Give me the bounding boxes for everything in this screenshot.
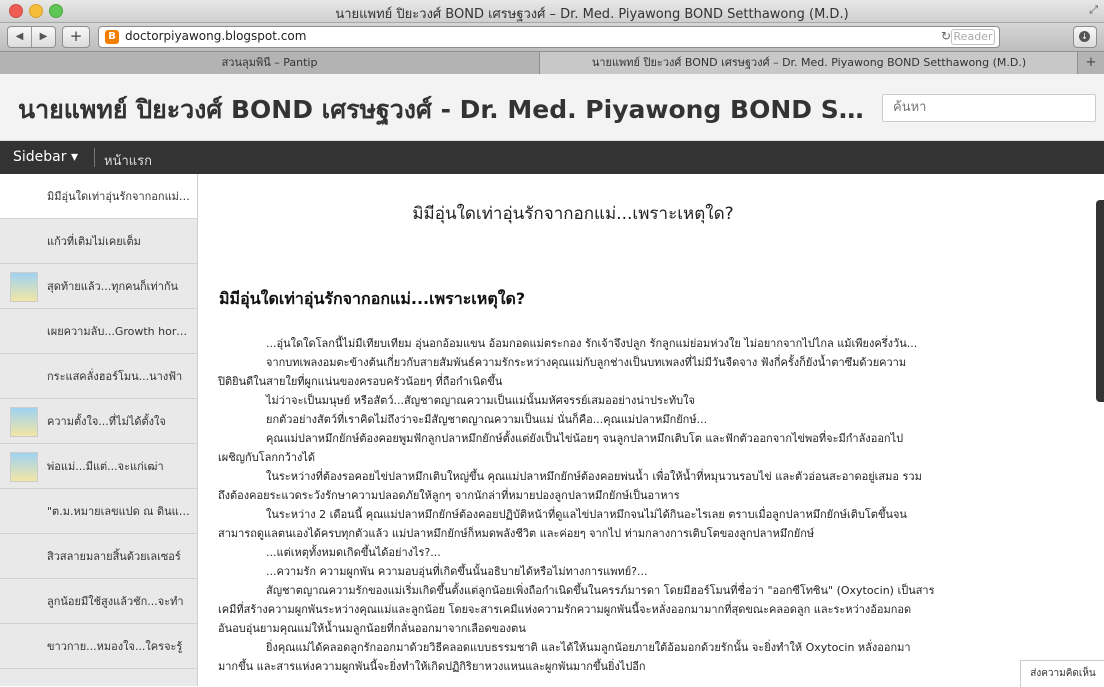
post-paragraph: เคมีที่สร้างความผูกพันระหว่างคุณแม่และลู… — [218, 603, 912, 616]
post-paragraph: ไม่ว่าจะเป็นมนุษย์ หรือสัตว์...สัญชาตญาณ… — [266, 394, 695, 407]
minimize-window-button[interactable] — [29, 4, 43, 18]
tab-pantip[interactable]: สวนลุมพินี – Pantip — [0, 52, 540, 74]
sidebar-post-label: ความตั้งใจ...ที่ไม่ได้ตั้งใจ — [47, 415, 166, 428]
sidebar-post-item[interactable]: มิมีอุ่นใดเท่าอุ่นรักจากอกแม่...เพราะเหต… — [0, 174, 197, 219]
tab-bar: สวนลุมพินี – Pantip นายแพทย์ ปิยะวงศ์ BO… — [0, 51, 1104, 75]
reload-icon[interactable]: ↻ — [941, 29, 951, 43]
new-tab-button[interactable]: + — [1077, 52, 1104, 74]
nav-divider — [94, 148, 95, 167]
post-thumbnail — [10, 272, 38, 302]
home-link[interactable]: หน้าแรก — [104, 150, 152, 171]
post-thumbnail — [10, 407, 38, 437]
window-title: นายแพทย์ ปิยะวงศ์ BOND เศรษฐวงศ์ – Dr. M… — [335, 7, 849, 22]
search-input[interactable] — [891, 99, 1085, 116]
forward-button[interactable]: ▶ — [32, 27, 55, 47]
sidebar-post-item[interactable]: "ต.ม.หมายเลขแปด ณ ดินแดน — [0, 489, 197, 534]
page-scrollbar[interactable] — [1096, 200, 1104, 402]
post-paragraph: สามารถดูแลตนเองได้ครบทุกตัวแล้ว แม่ปลาหม… — [218, 527, 815, 540]
post-paragraph: ถึงต้องคอยระแวดระวังรักษาความปลอดภัยให้ล… — [218, 489, 680, 502]
sidebar-post-label: ลูกน้อยมีใช้สูงแล้วชัก...จะทำ — [47, 595, 184, 608]
blog-title[interactable]: นายแพทย์ ปิยะวงศ์ BOND เศรษฐวงศ์ - Dr. M… — [18, 90, 866, 130]
post-list-sidebar: มิมีอุ่นใดเท่าอุ่นรักจากอกแม่...เพราะเหต… — [0, 174, 198, 686]
post-header-title: มิมีอุ่นใดเท่าอุ่นรักจากอกแม่...เพราะเหต… — [412, 204, 734, 224]
sidebar-post-label: พ่อแม่...มีแต่...จะแก่เฒ่า — [47, 460, 164, 473]
post-thumbnail — [10, 452, 38, 482]
post-paragraph: คุณแม่ปลาหมึกยักษ์ต้องคอยพูมฟักลูกปลาหมึ… — [266, 432, 904, 445]
back-button[interactable]: ◀ — [8, 27, 32, 47]
post-paragraph: ในระหว่างที่ต้องรอคอยไข่ปลาหมึกเติบใหญ่ข… — [266, 470, 922, 483]
comments-tab[interactable]: ส่งความคิดเห็น — [1020, 660, 1104, 687]
zoom-window-button[interactable] — [49, 4, 63, 18]
sidebar-post-item[interactable]: พ่อแม่...มีแต่...จะแก่เฒ่า — [0, 444, 197, 489]
post-paragraph: ในระหว่าง 2 เดือนนี้ คุณแม่ปลาหมึกยักษ์ต… — [266, 508, 907, 521]
downloads-button[interactable]: ↓ — [1073, 26, 1097, 48]
fullscreen-icon[interactable]: ⤢ — [1089, 3, 1098, 17]
post-paragraph: ...อุ่นใดใดโลกนี้ไม่มีเทียบเทียม อุ่นอกอ… — [266, 337, 918, 350]
post-paragraph: เผชิญกับโลกกว้างได้ — [218, 451, 316, 464]
tab-blog-active[interactable]: นายแพทย์ ปิยะวงศ์ BOND เศรษฐวงศ์ – Dr. M… — [540, 52, 1078, 74]
sidebar-post-label: กระแสคลั่งฮอร์โมน...นางฟ้า — [47, 370, 183, 383]
browser-toolbar: ◀ ▶ + B doctorpiyawong.blogspot.com ↻ Re… — [0, 23, 1104, 51]
post-paragraph: สัญชาตญาณความรักของแม่เริ่มเกิดขึ้นตั้งแ… — [266, 584, 935, 597]
post-body: ...อุ่นใดใดโลกนี้ไม่มีเทียบเทียม อุ่นอกอ… — [218, 334, 968, 676]
sidebar-post-item[interactable]: สิวสลายมลายสิ้นด้วยเลเซอร์ — [0, 534, 197, 579]
post-paragraph: จากบทเพลงอมตะข้างต้นเกี่ยวกับสายสัมพันธ์… — [266, 356, 907, 369]
download-icon: ↓ — [1079, 31, 1090, 42]
sidebar-post-item[interactable]: เผยความลับ...Growth hormone — [0, 309, 197, 354]
sidebar-post-item[interactable]: สุดท้ายแล้ว...ทุกคนก็เท่ากัน — [0, 264, 197, 309]
sidebar-post-label: สุดท้ายแล้ว...ทุกคนก็เท่ากัน — [47, 280, 179, 293]
reader-button[interactable]: Reader — [951, 29, 995, 45]
sidebar-post-label: สิวสลายมลายสิ้นด้วยเลเซอร์ — [47, 550, 181, 563]
post-paragraph: ปิติยินดีในสายใยที่ผูกแน่นของครอบครัวน้อ… — [218, 375, 503, 388]
address-bar[interactable]: B doctorpiyawong.blogspot.com ↻ Reader — [98, 26, 1000, 48]
post-title: มิมีอุ่นใดเท่าอุ่นรักจากอกแม่...เพราะเหต… — [219, 289, 526, 308]
post-paragraph: ยิ่งคุณแม่ได้คลอดลูกรักออกมาด้วยวิธีคลอด… — [266, 641, 911, 654]
blog-navbar: Sidebar ▾ หน้าแรก — [0, 141, 1104, 174]
sidebar-dropdown-button[interactable]: Sidebar ▾ — [13, 149, 78, 165]
sidebar-post-item[interactable]: กระแสคลั่งฮอร์โมน...นางฟ้า — [0, 354, 197, 399]
sidebar-post-label: เผยความลับ...Growth hormone — [47, 325, 192, 338]
sidebar-post-label: ขาวกาย...หมองใจ...ใครจะรู้ — [47, 640, 183, 653]
back-forward-group: ◀ ▶ — [7, 26, 56, 48]
post-paragraph: อันอบอุ่นยามคุณแม่ให้น้ำนมลูกน้อยที่กลั่… — [218, 622, 526, 635]
sidebar-post-label: แก้วที่เติมไม่เคยเต็ม — [47, 235, 141, 248]
blog-header: นายแพทย์ ปิยะวงศ์ BOND เศรษฐวงศ์ - Dr. M… — [0, 74, 1104, 141]
sidebar-post-item[interactable]: ลูกน้อยมีใช้สูงแล้วชัก...จะทำ — [0, 579, 197, 624]
sidebar-post-label: มิมีอุ่นใดเท่าอุ่นรักจากอกแม่...เพราะเหต… — [47, 190, 192, 203]
sidebar-post-item[interactable]: แก้วที่เติมไม่เคยเต็ม — [0, 219, 197, 264]
post-paragraph: มากขึ้น และสารแห่งความผูกพันนี้จะยิ่งทำใ… — [218, 660, 646, 673]
url-text[interactable]: doctorpiyawong.blogspot.com — [125, 29, 306, 43]
post-content: มิมีอุ่นใดเท่าอุ่นรักจากอกแม่...เพราะเหต… — [198, 174, 1088, 686]
close-window-button[interactable] — [9, 4, 23, 18]
sidebar-post-item[interactable]: ความตั้งใจ...ที่ไม่ได้ตั้งใจ — [0, 399, 197, 444]
sidebar-post-item[interactable]: ขาวกาย...หมองใจ...ใครจะรู้ — [0, 624, 197, 669]
blogger-favicon-icon: B — [105, 30, 119, 44]
sidebar-post-label: "ต.ม.หมายเลขแปด ณ ดินแดน — [47, 505, 192, 518]
post-paragraph: ...แต่เหตุทั้งหมดเกิดขึ้นได้อย่างไร?... — [266, 546, 441, 559]
window-titlebar: นายแพทย์ ปิยะวงศ์ BOND เศรษฐวงศ์ – Dr. M… — [0, 0, 1104, 23]
post-paragraph: ยกตัวอย่างสัตว์ที่เราคิดไม่ถึงว่าจะมีสัญ… — [266, 413, 708, 426]
add-bookmark-button[interactable]: + — [62, 26, 90, 48]
search-box — [882, 94, 1096, 122]
post-paragraph: ...ความรัก ความผูกพัน ความอบอุ่นที่เกิดข… — [266, 565, 648, 578]
